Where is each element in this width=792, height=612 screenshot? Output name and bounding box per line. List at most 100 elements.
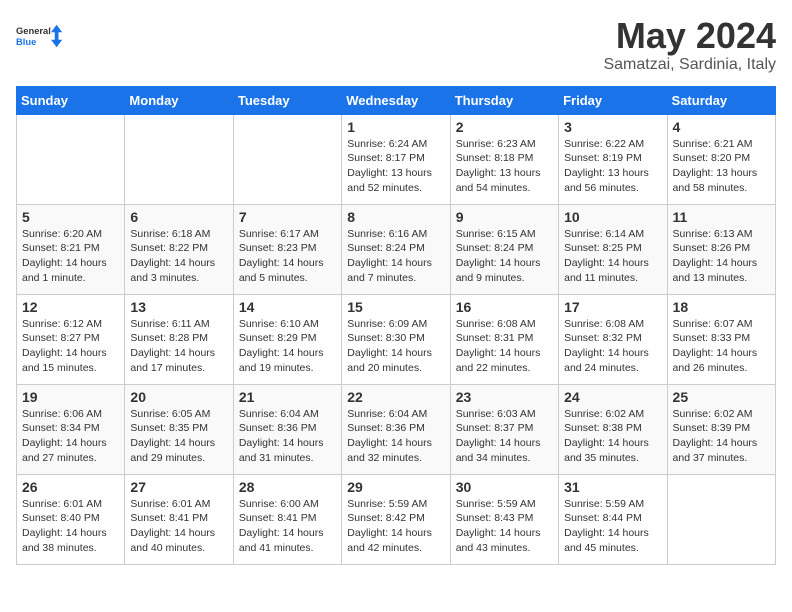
table-row: 1Sunrise: 6:24 AM Sunset: 8:17 PM Daylig… — [342, 114, 450, 204]
day-info: Sunrise: 6:15 AM Sunset: 8:24 PM Dayligh… — [456, 227, 553, 286]
table-row: 28 Sunrise: 6:00 AM Sunset: 8:41 PM Dayli… — [233, 474, 341, 564]
day-info: Sunrise: 6:14 AM Sunset: 8:25 PM Dayligh… — [564, 227, 661, 286]
day-info: Sunrise: 6:21 AM Sunset: 8:20 PM Dayligh… — [673, 137, 770, 196]
day-info: Sunrise: 6:16 AM Sunset: 8:24 PM Dayligh… — [347, 227, 444, 286]
day-number: 21 — [239, 389, 336, 405]
day-number: 27 — [130, 479, 227, 495]
table-row: 6 Sunrise: 6:18 AM Sunset: 8:22 PM Daylig… — [125, 204, 233, 294]
day-info: Sunrise: 6:10 AM Sunset: 8:29 PM Dayligh… — [239, 317, 336, 376]
logo: General Blue — [16, 16, 66, 56]
table-row: 27 Sunrise: 6:01 AM Sunset: 8:41 PM Dayli… — [125, 474, 233, 564]
table-row: 30Sunrise: 5:59 AM Sunset: 8:43 PM Dayli… — [450, 474, 558, 564]
table-row: 5 Sunrise: 6:20 AM Sunset: 8:21 PM Daylig… — [17, 204, 125, 294]
table-row: 7 Sunrise: 6:17 AM Sunset: 8:23 PM Daylig… — [233, 204, 341, 294]
table-row: 23 Sunrise: 6:03 AM Sunset: 8:37 PM Dayli… — [450, 384, 558, 474]
calendar-week-row: 1Sunrise: 6:24 AM Sunset: 8:17 PM Daylig… — [17, 114, 776, 204]
day-number: 11 — [673, 209, 770, 225]
table-row: 4 Sunrise: 6:21 AM Sunset: 8:20 PM Daylig… — [667, 114, 775, 204]
svg-text:General: General — [16, 26, 51, 36]
table-row: 3Sunrise: 6:22 AM Sunset: 8:19 PM Daylig… — [559, 114, 667, 204]
day-info: Sunrise: 6:13 AM Sunset: 8:26 PM Dayligh… — [673, 227, 770, 286]
day-number: 26 — [22, 479, 119, 495]
table-row — [125, 114, 233, 204]
day-info: Sunrise: 6:01 AM Sunset: 8:41 PM Dayligh… — [130, 497, 227, 556]
header-saturday: Saturday — [667, 86, 775, 114]
day-info: Sunrise: 6:01 AM Sunset: 8:40 PM Dayligh… — [22, 497, 119, 556]
day-number: 9 — [456, 209, 553, 225]
day-number: 17 — [564, 299, 661, 315]
calendar-week-row: 12Sunrise: 6:12 AM Sunset: 8:27 PM Dayli… — [17, 294, 776, 384]
calendar-table: Sunday Monday Tuesday Wednesday Thursday… — [16, 86, 776, 565]
table-row: 2 Sunrise: 6:23 AM Sunset: 8:18 PM Daylig… — [450, 114, 558, 204]
day-info: Sunrise: 6:18 AM Sunset: 8:22 PM Dayligh… — [130, 227, 227, 286]
day-number: 7 — [239, 209, 336, 225]
calendar-subtitle: Samatzai, Sardinia, Italy — [603, 56, 776, 74]
day-info: Sunrise: 6:23 AM Sunset: 8:18 PM Dayligh… — [456, 137, 553, 196]
table-row: 24 Sunrise: 6:02 AM Sunset: 8:38 PM Dayli… — [559, 384, 667, 474]
day-info: Sunrise: 6:20 AM Sunset: 8:21 PM Dayligh… — [22, 227, 119, 286]
header-monday: Monday — [125, 86, 233, 114]
table-row: 18Sunrise: 6:07 AM Sunset: 8:33 PM Dayli… — [667, 294, 775, 384]
header-friday: Friday — [559, 86, 667, 114]
day-number: 15 — [347, 299, 444, 315]
day-number: 24 — [564, 389, 661, 405]
weekday-header-row: Sunday Monday Tuesday Wednesday Thursday… — [17, 86, 776, 114]
day-info: Sunrise: 6:04 AM Sunset: 8:36 PM Dayligh… — [239, 407, 336, 466]
header-wednesday: Wednesday — [342, 86, 450, 114]
table-row: 20Sunrise: 6:05 AM Sunset: 8:35 PM Dayli… — [125, 384, 233, 474]
day-info: Sunrise: 6:02 AM Sunset: 8:38 PM Dayligh… — [564, 407, 661, 466]
table-row: 17 Sunrise: 6:08 AM Sunset: 8:32 PM Dayli… — [559, 294, 667, 384]
day-number: 1 — [347, 119, 444, 135]
day-number: 18 — [673, 299, 770, 315]
day-info: Sunrise: 6:09 AM Sunset: 8:30 PM Dayligh… — [347, 317, 444, 376]
day-number: 19 — [22, 389, 119, 405]
day-number: 22 — [347, 389, 444, 405]
day-info: Sunrise: 5:59 AM Sunset: 8:43 PM Dayligh… — [456, 497, 553, 556]
calendar-title: May 2024 — [603, 16, 776, 56]
table-row — [233, 114, 341, 204]
day-number: 4 — [673, 119, 770, 135]
day-number: 3 — [564, 119, 661, 135]
table-row: 31 Sunrise: 5:59 AM Sunset: 8:44 PM Dayli… — [559, 474, 667, 564]
day-info: Sunrise: 6:00 AM Sunset: 8:41 PM Dayligh… — [239, 497, 336, 556]
table-row: 21 Sunrise: 6:04 AM Sunset: 8:36 PM Dayli… — [233, 384, 341, 474]
table-row: 13Sunrise: 6:11 AM Sunset: 8:28 PM Dayli… — [125, 294, 233, 384]
table-row: 26 Sunrise: 6:01 AM Sunset: 8:40 PM Dayli… — [17, 474, 125, 564]
day-number: 29 — [347, 479, 444, 495]
day-info: Sunrise: 5:59 AM Sunset: 8:42 PM Dayligh… — [347, 497, 444, 556]
day-number: 14 — [239, 299, 336, 315]
day-number: 16 — [456, 299, 553, 315]
header-tuesday: Tuesday — [233, 86, 341, 114]
table-row — [17, 114, 125, 204]
table-row: 29 Sunrise: 5:59 AM Sunset: 8:42 PM Dayli… — [342, 474, 450, 564]
day-number: 5 — [22, 209, 119, 225]
logo-svg: General Blue — [16, 16, 66, 56]
table-row: 16Sunrise: 6:08 AM Sunset: 8:31 PM Dayli… — [450, 294, 558, 384]
calendar-week-row: 26 Sunrise: 6:01 AM Sunset: 8:40 PM Dayli… — [17, 474, 776, 564]
table-row: 10 Sunrise: 6:14 AM Sunset: 8:25 PM Dayli… — [559, 204, 667, 294]
day-number: 12 — [22, 299, 119, 315]
table-row: 11 Sunrise: 6:13 AM Sunset: 8:26 PM Dayli… — [667, 204, 775, 294]
day-info: Sunrise: 6:05 AM Sunset: 8:35 PM Dayligh… — [130, 407, 227, 466]
day-number: 23 — [456, 389, 553, 405]
day-info: Sunrise: 6:04 AM Sunset: 8:36 PM Dayligh… — [347, 407, 444, 466]
table-row: 19Sunrise: 6:06 AM Sunset: 8:34 PM Dayli… — [17, 384, 125, 474]
day-info: Sunrise: 6:03 AM Sunset: 8:37 PM Dayligh… — [456, 407, 553, 466]
day-number: 13 — [130, 299, 227, 315]
day-number: 28 — [239, 479, 336, 495]
day-number: 6 — [130, 209, 227, 225]
day-info: Sunrise: 5:59 AM Sunset: 8:44 PM Dayligh… — [564, 497, 661, 556]
header-sunday: Sunday — [17, 86, 125, 114]
table-row: 15 Sunrise: 6:09 AM Sunset: 8:30 PM Dayli… — [342, 294, 450, 384]
table-row: 12Sunrise: 6:12 AM Sunset: 8:27 PM Dayli… — [17, 294, 125, 384]
day-number: 2 — [456, 119, 553, 135]
day-info: Sunrise: 6:08 AM Sunset: 8:32 PM Dayligh… — [564, 317, 661, 376]
table-row — [667, 474, 775, 564]
day-number: 31 — [564, 479, 661, 495]
table-row: 22 Sunrise: 6:04 AM Sunset: 8:36 PM Dayli… — [342, 384, 450, 474]
table-row: 14 Sunrise: 6:10 AM Sunset: 8:29 PM Dayli… — [233, 294, 341, 384]
day-info: Sunrise: 6:17 AM Sunset: 8:23 PM Dayligh… — [239, 227, 336, 286]
table-row: 8Sunrise: 6:16 AM Sunset: 8:24 PM Daylig… — [342, 204, 450, 294]
day-number: 10 — [564, 209, 661, 225]
header-thursday: Thursday — [450, 86, 558, 114]
